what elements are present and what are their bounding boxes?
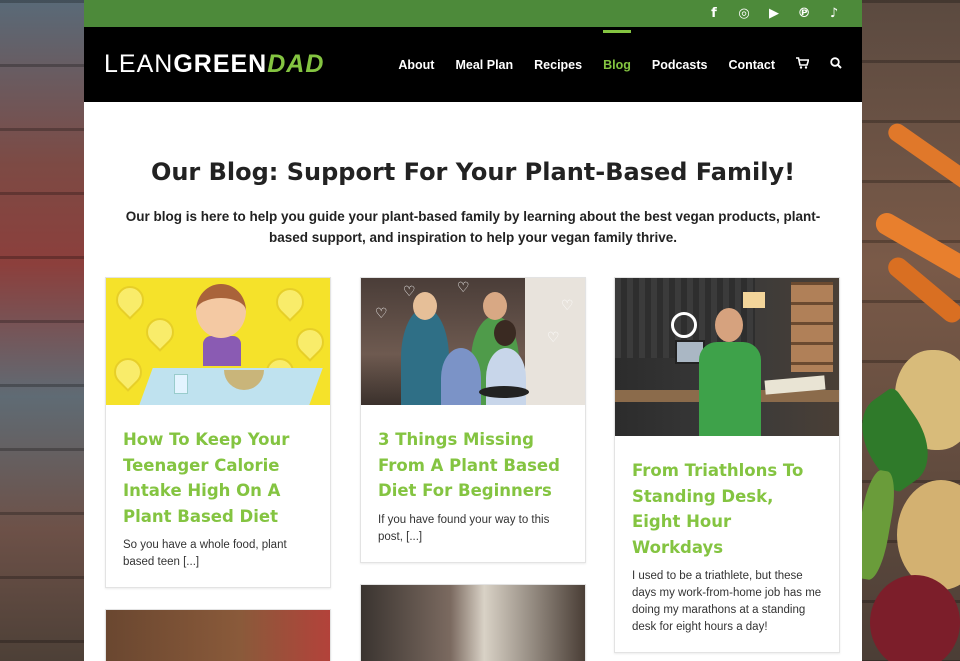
card-body: From Triathlons To Standing Desk, Eight … (615, 436, 839, 652)
heart-icon: ♡ (375, 306, 388, 322)
blog-grid: How To Keep Your Teenager Calorie Intake… (105, 277, 841, 661)
decor-shape (140, 312, 180, 352)
nav-item-contact[interactable]: Contact (728, 30, 775, 100)
post-thumbnail[interactable]: ♡ ♡ ♡ ♡ ♡ (361, 278, 585, 405)
search-icon[interactable] (830, 57, 842, 72)
greens-image (862, 468, 900, 582)
blog-card[interactable] (105, 609, 331, 661)
youtube-icon[interactable]: ▶ (766, 6, 782, 22)
blog-card[interactable] (360, 584, 586, 661)
carrot-image (884, 120, 960, 198)
site-container: f ◎ ▶ ℗ ♪ LEAN GREEN DAD About Meal Plan… (84, 0, 862, 661)
post-title[interactable]: 3 Things Missing From A Plant Based Diet… (378, 427, 568, 504)
site-logo[interactable]: LEAN GREEN DAD (104, 50, 324, 79)
nav-item-blog[interactable]: Blog (603, 29, 631, 100)
blog-card[interactable]: ♡ ♡ ♡ ♡ ♡ 3 Things Missing From A Plant … (360, 277, 586, 563)
heart-icon: ♡ (547, 330, 560, 346)
tiktok-icon[interactable]: ♪ (826, 6, 842, 22)
post-title[interactable]: From Triathlons To Standing Desk, Eight … (632, 458, 822, 560)
card-body: 3 Things Missing From A Plant Based Diet… (361, 405, 585, 562)
vegetables-background (862, 0, 960, 661)
social-bar: f ◎ ▶ ℗ ♪ (84, 0, 862, 27)
person-image (441, 348, 481, 405)
logo-text-green: GREEN (173, 50, 268, 78)
shelf-image (791, 282, 833, 372)
cart-icon-svg (796, 57, 810, 69)
page-title: Our Blog: Support For Your Plant-Based F… (150, 158, 796, 186)
post-excerpt: I used to be a triathlete, but these day… (632, 570, 822, 633)
girl-illustration (203, 336, 241, 366)
heart-icon: ♡ (561, 298, 574, 314)
ring-light-image (671, 312, 697, 338)
person-image (715, 308, 743, 342)
logo-text-lean: LEAN (104, 50, 174, 78)
logo-text-dad: DAD (267, 50, 325, 78)
person-image (483, 292, 507, 320)
main-nav: About Meal Plan Recipes Blog Podcasts Co… (398, 29, 842, 100)
nav-item-recipes[interactable]: Recipes (534, 30, 582, 100)
site-header: LEAN GREEN DAD About Meal Plan Recipes B… (84, 27, 862, 102)
onion-image (870, 575, 960, 661)
instagram-icon[interactable]: ◎ (736, 6, 752, 22)
post-excerpt: If you have found your way to this post,… (378, 513, 550, 543)
person-image (699, 342, 761, 436)
post-thumbnail[interactable] (106, 278, 330, 405)
heart-icon: ♡ (403, 284, 416, 300)
blog-card[interactable]: From Triathlons To Standing Desk, Eight … (614, 277, 840, 653)
potato-image (897, 480, 960, 590)
heart-icon: ♡ (457, 280, 470, 296)
person-image (413, 292, 437, 320)
page-intro: Our blog is here to help you guide your … (125, 209, 821, 245)
girl-illustration (196, 284, 246, 338)
card-body: How To Keep Your Teenager Calorie Intake… (106, 405, 330, 587)
wood-background-left (0, 0, 84, 661)
decor-shape (290, 322, 330, 362)
post-thumbnail[interactable] (615, 278, 839, 436)
nav-item-meal-plan[interactable]: Meal Plan (455, 30, 513, 100)
decor-shape (270, 282, 310, 322)
main-content: Our Blog: Support For Your Plant-Based F… (84, 158, 862, 661)
pan-image (479, 386, 529, 398)
pinterest-icon[interactable]: ℗ (796, 6, 812, 22)
glass-illustration (174, 374, 188, 394)
post-thumbnail[interactable] (106, 610, 330, 661)
decor-shape (110, 280, 150, 320)
lamp-image (743, 292, 765, 308)
post-excerpt: So you have a whole food, plant based te… (123, 539, 287, 568)
blog-card[interactable]: How To Keep Your Teenager Calorie Intake… (105, 277, 331, 588)
post-thumbnail[interactable] (361, 585, 585, 661)
search-icon-svg (830, 57, 842, 69)
cart-icon[interactable] (796, 57, 810, 72)
nav-item-about[interactable]: About (398, 30, 434, 100)
facebook-icon[interactable]: f (706, 6, 722, 22)
decor-shape (108, 352, 148, 392)
person-image (494, 320, 516, 346)
nav-item-podcasts[interactable]: Podcasts (652, 30, 708, 100)
post-title[interactable]: How To Keep Your Teenager Calorie Intake… (123, 427, 313, 529)
